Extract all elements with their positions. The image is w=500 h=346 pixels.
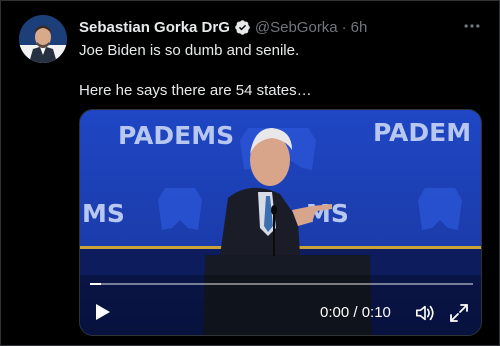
video-timecode: 0:00 / 0:10 <box>320 304 391 321</box>
avatar[interactable] <box>19 15 67 63</box>
progress-bar[interactable] <box>90 283 473 285</box>
more-icon[interactable] <box>461 15 483 37</box>
volume-icon[interactable] <box>414 303 436 323</box>
author-handle[interactable]: @SebGorka <box>255 19 338 36</box>
avatar-photo <box>19 15 67 63</box>
progress-fill <box>90 283 102 285</box>
banner-text-partial-left: MS <box>82 199 125 228</box>
separator-dot: · <box>341 18 347 36</box>
tweet-timestamp[interactable]: 6h <box>351 19 368 36</box>
banner-text-right: PADEM <box>373 118 471 147</box>
play-icon[interactable] <box>92 302 112 322</box>
verified-badge-icon <box>234 19 251 36</box>
video-player[interactable]: PADEMS PADEM MS MS 0:00 / 0:10 <box>79 109 482 336</box>
tweet-header: Sebastian Gorka DrG @SebGorka · 6h <box>79 17 367 37</box>
banner-text-left: PADEMS <box>118 121 234 150</box>
tweet-text-line-1: Joe Biden is so dumb and senile. <box>79 42 300 59</box>
fullscreen-icon[interactable] <box>449 303 469 323</box>
tweet-text-line-2: Here he says there are 54 states… <box>79 82 312 99</box>
author-display-name[interactable]: Sebastian Gorka DrG <box>79 19 230 36</box>
tweet-card[interactable]: Sebastian Gorka DrG @SebGorka · 6h Joe B… <box>0 0 500 346</box>
